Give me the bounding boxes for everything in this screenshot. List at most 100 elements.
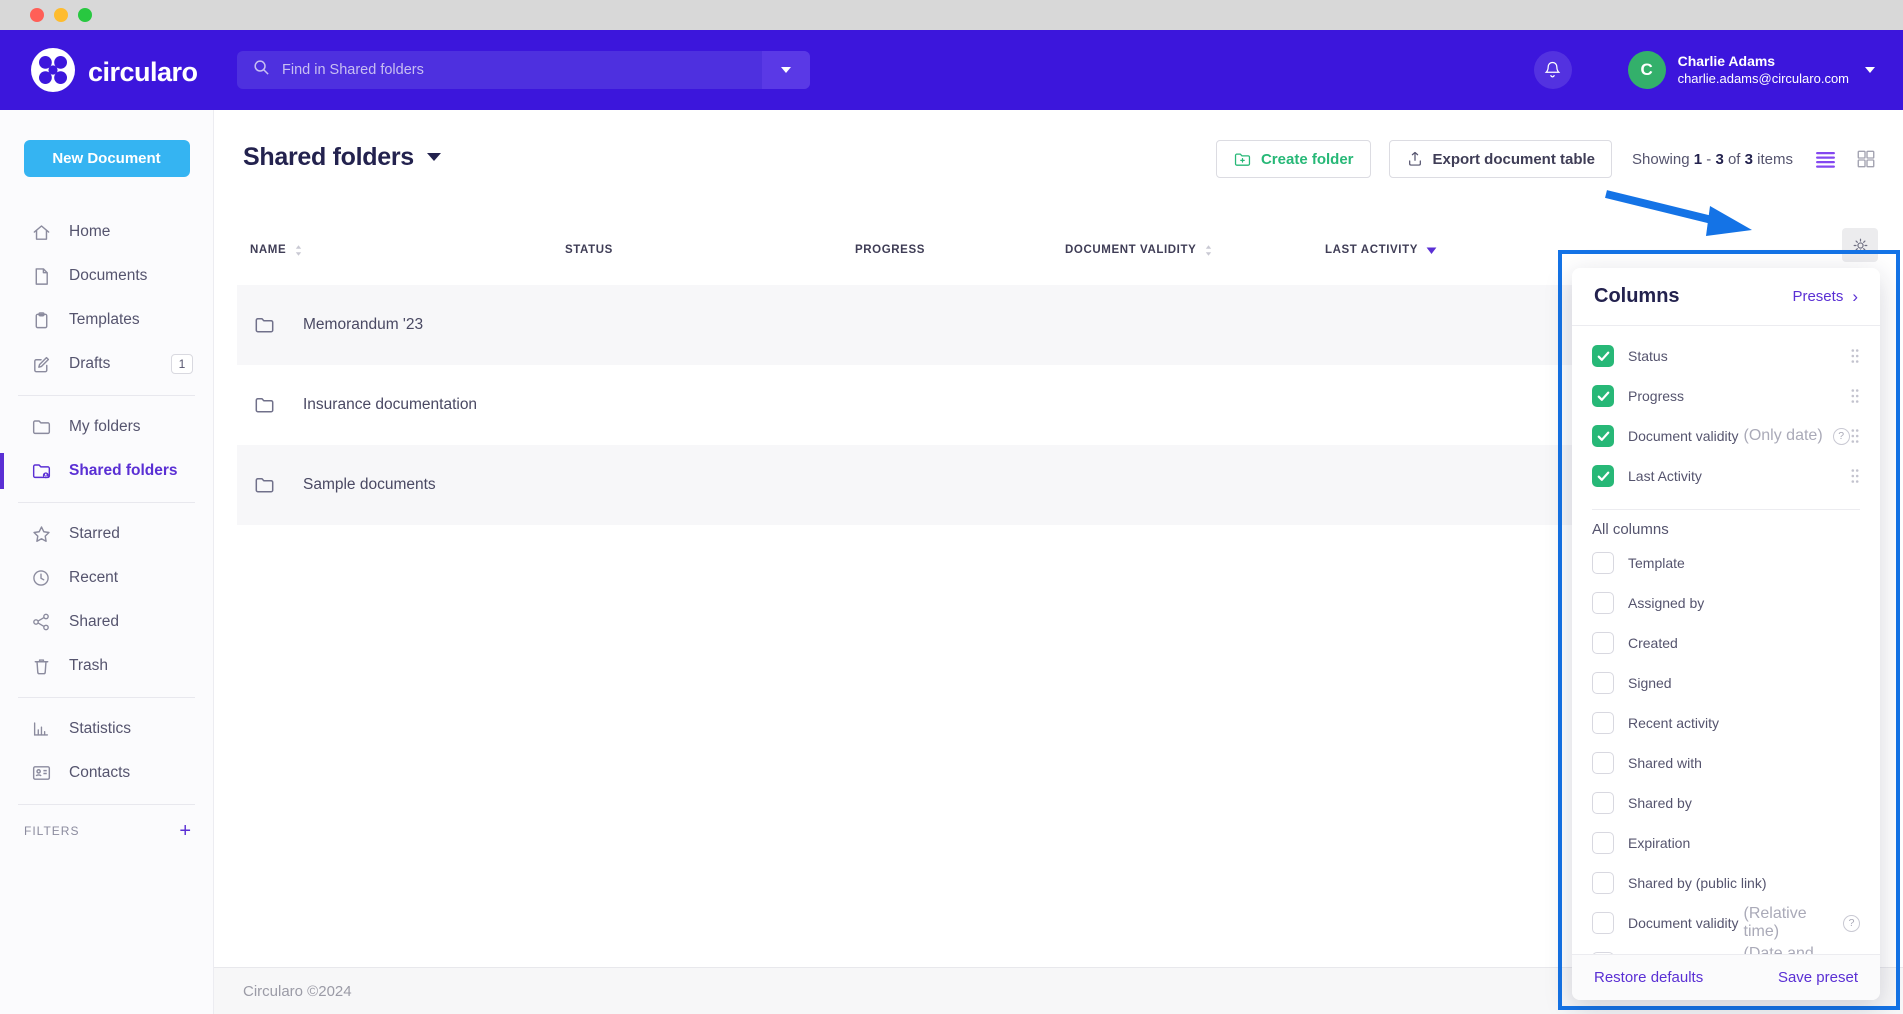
grid-view-button[interactable] <box>1856 149 1876 169</box>
checkbox-checked-icon[interactable] <box>1592 425 1614 447</box>
sort-updown-icon <box>1204 244 1213 257</box>
sidebar-item-home[interactable]: Home <box>0 210 213 254</box>
drafts-count-badge: 1 <box>171 354 193 374</box>
sidebar-item-templates[interactable]: Templates <box>0 298 213 342</box>
sort-updown-icon <box>294 244 303 257</box>
notifications-button[interactable] <box>1534 51 1572 89</box>
panel-divider <box>1592 509 1860 510</box>
sidebar-item-trash[interactable]: Trash <box>0 644 213 688</box>
column-toggle-progress[interactable]: Progress <box>1572 376 1880 416</box>
drag-handle-icon[interactable] <box>1850 468 1860 484</box>
folder-name: Insurance documentation <box>303 396 477 414</box>
column-toggle-template[interactable]: Template <box>1572 543 1880 583</box>
search-scope-dropdown[interactable] <box>762 51 810 89</box>
checkbox-unchecked-icon[interactable] <box>1592 712 1614 734</box>
traffic-light-minimize[interactable] <box>54 8 68 22</box>
column-header-name[interactable]: NAME <box>250 244 565 257</box>
view-mode-switcher <box>1815 149 1876 169</box>
bar-chart-icon <box>30 719 52 739</box>
checkbox-unchecked-icon[interactable] <box>1592 632 1614 654</box>
column-header-document-validity[interactable]: DOCUMENT VALIDITY <box>1065 244 1325 257</box>
sidebar-item-shared[interactable]: Shared <box>0 600 213 644</box>
create-folder-button[interactable]: Create folder <box>1216 140 1371 178</box>
help-icon[interactable]: ? <box>1843 915 1860 932</box>
share-icon <box>30 612 52 632</box>
export-label: Export document table <box>1433 151 1596 168</box>
brand-logo[interactable]: circularo <box>30 47 198 98</box>
checkbox-unchecked-icon[interactable] <box>1592 752 1614 774</box>
new-document-button[interactable]: New Document <box>24 140 190 177</box>
drag-handle-icon[interactable] <box>1850 348 1860 364</box>
traffic-light-close[interactable] <box>30 8 44 22</box>
checkbox-checked-icon[interactable] <box>1592 345 1614 367</box>
column-header-status[interactable]: STATUS <box>565 244 855 256</box>
sidebar-item-recent[interactable]: Recent <box>0 556 213 600</box>
column-toggle-document-validity-only-date[interactable]: Document validity (Only date) ? <box>1572 416 1880 456</box>
help-icon[interactable]: ? <box>1833 428 1850 445</box>
sidebar-item-starred[interactable]: Starred <box>0 512 213 556</box>
checkbox-unchecked-icon[interactable] <box>1592 912 1614 934</box>
trash-icon <box>30 656 52 677</box>
search-icon <box>253 59 270 81</box>
checkbox-checked-icon[interactable] <box>1592 385 1614 407</box>
brand-wordmark: circularo <box>88 57 198 88</box>
column-toggle-created[interactable]: Created <box>1572 623 1880 663</box>
sidebar-item-label: Drafts <box>69 355 110 373</box>
checkbox-unchecked-icon[interactable] <box>1592 592 1614 614</box>
chevron-down-icon <box>781 67 791 73</box>
document-icon <box>30 266 52 287</box>
columns-panel-header: Columns Presets › <box>1572 268 1880 326</box>
sidebar-item-label: Contacts <box>69 764 130 782</box>
column-toggle-document-validity-date-and-time[interactable]: Document validity (Date and time) ? <box>1572 943 1880 954</box>
shared-folder-icon <box>30 461 52 481</box>
global-search[interactable] <box>237 51 810 89</box>
sidebar-item-contacts[interactable]: Contacts <box>0 751 213 795</box>
contact-card-icon <box>30 763 52 783</box>
sidebar-divider <box>18 502 195 503</box>
column-toggle-shared-with[interactable]: Shared with <box>1572 743 1880 783</box>
column-toggle-document-validity-relative-time[interactable]: Document validity (Relative time) ? <box>1572 903 1880 943</box>
checkbox-unchecked-icon[interactable] <box>1592 872 1614 894</box>
sidebar-item-label: Trash <box>69 657 108 675</box>
sidebar-item-my-folders[interactable]: My folders <box>0 405 213 449</box>
export-document-table-button[interactable]: Export document table <box>1389 140 1613 178</box>
restore-defaults-link[interactable]: Restore defaults <box>1594 969 1703 986</box>
page-title-dropdown[interactable]: Shared folders <box>243 133 441 181</box>
checkbox-unchecked-icon[interactable] <box>1592 792 1614 814</box>
sidebar-item-statistics[interactable]: Statistics <box>0 707 213 751</box>
all-columns-label: All columns <box>1592 521 1880 538</box>
checkbox-unchecked-icon[interactable] <box>1592 832 1614 854</box>
folder-plus-icon <box>1233 151 1252 168</box>
sidebar-divider <box>18 697 195 698</box>
copyright-text: Circularo ©2024 <box>243 983 352 1000</box>
checkbox-unchecked-icon[interactable] <box>1592 552 1614 574</box>
add-filter-button[interactable]: + <box>179 821 191 841</box>
column-toggle-expiration[interactable]: Expiration <box>1572 823 1880 863</box>
create-folder-label: Create folder <box>1261 151 1354 168</box>
column-toggle-signed[interactable]: Signed <box>1572 663 1880 703</box>
column-header-progress[interactable]: PROGRESS <box>855 244 1065 256</box>
column-toggle-status[interactable]: Status <box>1572 336 1880 376</box>
sidebar-item-shared-folders[interactable]: Shared folders <box>0 449 213 493</box>
column-toggle-recent-activity[interactable]: Recent activity <box>1572 703 1880 743</box>
sidebar-item-documents[interactable]: Documents <box>0 254 213 298</box>
sidebar-nav: Home Documents Templates Drafts 1 <box>0 210 213 848</box>
column-toggle-shared-by[interactable]: Shared by <box>1572 783 1880 823</box>
sidebar-divider <box>18 804 195 805</box>
list-view-button[interactable] <box>1815 151 1836 168</box>
sidebar-item-drafts[interactable]: Drafts 1 <box>0 342 213 386</box>
drag-handle-icon[interactable] <box>1850 388 1860 404</box>
traffic-light-zoom[interactable] <box>78 8 92 22</box>
column-toggle-last-activity[interactable]: Last Activity <box>1572 456 1880 496</box>
column-toggle-shared-by-public-link[interactable]: Shared by (public link) <box>1572 863 1880 903</box>
save-preset-link[interactable]: Save preset <box>1778 969 1858 986</box>
presets-link[interactable]: Presets › <box>1792 288 1858 305</box>
annotation-highlight-box: Columns Presets › Status Progress <box>1558 250 1900 1010</box>
checkbox-checked-icon[interactable] <box>1592 465 1614 487</box>
user-menu[interactable]: C Charlie Adams charlie.adams@circularo.… <box>1628 51 1875 89</box>
drag-handle-icon[interactable] <box>1850 428 1860 444</box>
checkbox-unchecked-icon[interactable] <box>1592 672 1614 694</box>
column-toggle-assigned-by[interactable]: Assigned by <box>1572 583 1880 623</box>
sidebar-item-label: Recent <box>69 569 118 587</box>
search-input[interactable] <box>282 62 722 78</box>
